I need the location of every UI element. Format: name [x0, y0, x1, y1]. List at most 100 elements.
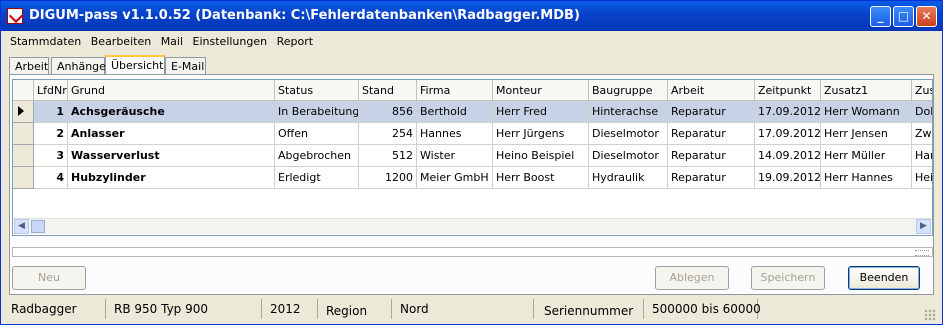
- maximize-button[interactable]: □: [893, 6, 914, 27]
- cell-grund[interactable]: Achsgeräusche: [68, 101, 275, 123]
- menu-bar: Stammdaten Bearbeiten Mail Einstellungen…: [7, 33, 316, 51]
- maximize-icon: □: [897, 9, 910, 23]
- row-selector[interactable]: [13, 167, 34, 189]
- cell-status[interactable]: In Berabeitung: [275, 101, 359, 123]
- data-grid[interactable]: ◀ ▶ LfdNr Grund Status Stand Firma Monteur Bau…: [12, 79, 933, 236]
- row-selector[interactable]: [13, 101, 34, 123]
- grip-icon: [915, 250, 929, 256]
- title-bar[interactable]: DIGUM-pass v1.1.0.52 (Datenbank: C:\Fehl…: [1, 1, 942, 31]
- current-row-pointer-icon: [18, 106, 24, 116]
- column-header-arbeit[interactable]: Arbeit: [668, 80, 755, 101]
- column-header-grund[interactable]: Grund: [68, 80, 275, 101]
- row-header-corner: [13, 80, 34, 101]
- cell-monteur[interactable]: Herr Boost: [493, 167, 589, 189]
- close-button[interactable]: ✕: [916, 6, 937, 27]
- column-header-firma[interactable]: Firma: [417, 80, 493, 101]
- column-header-baugruppe[interactable]: Baugruppe: [589, 80, 668, 101]
- row-selector[interactable]: [13, 145, 34, 167]
- save-button[interactable]: Speichern: [751, 266, 825, 290]
- menu-einstellungen[interactable]: Einstellungen: [190, 33, 271, 50]
- menu-report[interactable]: Report: [274, 33, 316, 50]
- menu-mail[interactable]: Mail: [158, 33, 186, 50]
- cell-zusatz1[interactable]: Herr Jensen: [821, 123, 912, 145]
- progress-bar: [12, 247, 933, 257]
- scroll-right-icon[interactable]: ▶: [916, 219, 931, 234]
- cell-lfdnr[interactable]: 1: [34, 101, 68, 123]
- close-icon: ✕: [921, 9, 932, 23]
- resize-grip-icon[interactable]: [924, 309, 936, 321]
- cell-status[interactable]: Offen: [275, 123, 359, 145]
- menu-stammdaten[interactable]: Stammdaten: [7, 33, 84, 50]
- status-type: RB 950 Typ 900: [110, 299, 262, 319]
- cell-zusatz1[interactable]: Herr Womann: [821, 101, 912, 123]
- cell-zusatz2[interactable]: Har: [912, 145, 932, 167]
- cell-zusatz2[interactable]: Dol: [912, 101, 932, 123]
- cell-stand[interactable]: 856: [359, 101, 417, 123]
- column-header-zeitpunkt[interactable]: Zeitpunkt: [755, 80, 821, 101]
- app-window: DIGUM-pass v1.1.0.52 (Datenbank: C:\Fehl…: [0, 0, 943, 325]
- discard-button[interactable]: Ablegen: [655, 266, 729, 290]
- row-selector[interactable]: [13, 123, 34, 145]
- cell-lfdnr[interactable]: 3: [34, 145, 68, 167]
- tab-uebersicht[interactable]: Übersicht: [105, 55, 165, 75]
- cell-zusatz1[interactable]: Herr Müller: [821, 145, 912, 167]
- cell-grund[interactable]: Hubzylinder: [68, 167, 275, 189]
- cell-zusatz1[interactable]: Herr Hannes: [821, 167, 912, 189]
- cell-zeitpunkt[interactable]: 17.09.2012: [755, 123, 821, 145]
- cell-firma[interactable]: Meier GmbH: [417, 167, 493, 189]
- cell-stand[interactable]: 1200: [359, 167, 417, 189]
- cell-firma[interactable]: Wister: [417, 145, 493, 167]
- cell-baugruppe[interactable]: Hinterachse: [589, 101, 668, 123]
- cell-monteur[interactable]: Herr Jürgens: [493, 123, 589, 145]
- minimize-button[interactable]: _: [870, 6, 891, 27]
- cell-baugruppe[interactable]: Dieselmotor: [589, 145, 668, 167]
- status-bar: Radbagger RB 950 Typ 900 2012 Region Nor…: [7, 299, 936, 321]
- column-header-stand[interactable]: Stand: [359, 80, 417, 101]
- cell-firma[interactable]: Hannes: [417, 123, 493, 145]
- column-header-zusatz1[interactable]: Zusatz1: [821, 80, 912, 101]
- cell-stand[interactable]: 512: [359, 145, 417, 167]
- app-logo-icon: [7, 8, 23, 24]
- cell-lfdnr[interactable]: 4: [34, 167, 68, 189]
- cell-status[interactable]: Erledigt: [275, 167, 359, 189]
- status-region: Nord: [396, 299, 534, 319]
- horizontal-scrollbar[interactable]: ◀ ▶: [14, 218, 931, 234]
- cell-arbeit[interactable]: Reparatur: [668, 101, 755, 123]
- status-year: 2012: [266, 299, 318, 319]
- tab-arbeit[interactable]: Arbeit: [9, 57, 49, 74]
- column-header-monteur[interactable]: Monteur: [493, 80, 589, 101]
- column-header-status[interactable]: Status: [275, 80, 359, 101]
- cell-lfdnr[interactable]: 2: [34, 123, 68, 145]
- cell-arbeit[interactable]: Reparatur: [668, 167, 755, 189]
- scroll-left-icon[interactable]: ◀: [14, 219, 29, 234]
- cell-zeitpunkt[interactable]: 14.09.2012: [755, 145, 821, 167]
- cell-status[interactable]: Abgebrochen: [275, 145, 359, 167]
- status-serial-range: 500000 bis 60000: [648, 299, 761, 319]
- cell-baugruppe[interactable]: Dieselmotor: [589, 123, 668, 145]
- cell-zusatz2[interactable]: Zwi: [912, 123, 932, 145]
- status-region-label: Region: [322, 299, 392, 319]
- cell-arbeit[interactable]: Reparatur: [668, 123, 755, 145]
- cell-monteur[interactable]: Heino Beispiel: [493, 145, 589, 167]
- status-serial-label: Seriennummer: [538, 299, 644, 319]
- cell-monteur[interactable]: Herr Fred: [493, 101, 589, 123]
- tab-anhaenge[interactable]: Anhänge: [51, 57, 106, 74]
- exit-button[interactable]: Beenden: [848, 266, 920, 290]
- cell-zeitpunkt[interactable]: 17.09.2012: [755, 101, 821, 123]
- new-button[interactable]: Neu: [12, 266, 86, 290]
- window-title: DIGUM-pass v1.1.0.52 (Datenbank: C:\Fehl…: [29, 8, 580, 23]
- column-header-lfdnr[interactable]: LfdNr: [34, 80, 68, 101]
- cell-zeitpunkt[interactable]: 19.09.2012: [755, 167, 821, 189]
- scroll-thumb[interactable]: [31, 220, 45, 233]
- tab-email[interactable]: E-Mail: [165, 57, 206, 74]
- cell-stand[interactable]: 254: [359, 123, 417, 145]
- cell-zusatz2[interactable]: Hei: [912, 167, 932, 189]
- menu-bearbeiten[interactable]: Bearbeiten: [88, 33, 154, 50]
- cell-baugruppe[interactable]: Hydraulik: [589, 167, 668, 189]
- minimize-icon: _: [877, 9, 884, 23]
- cell-firma[interactable]: Berthold: [417, 101, 493, 123]
- column-header-zusatz2[interactable]: Zus: [912, 80, 932, 101]
- cell-arbeit[interactable]: Reparatur: [668, 145, 755, 167]
- cell-grund[interactable]: Wasserverlust: [68, 145, 275, 167]
- cell-grund[interactable]: Anlasser: [68, 123, 275, 145]
